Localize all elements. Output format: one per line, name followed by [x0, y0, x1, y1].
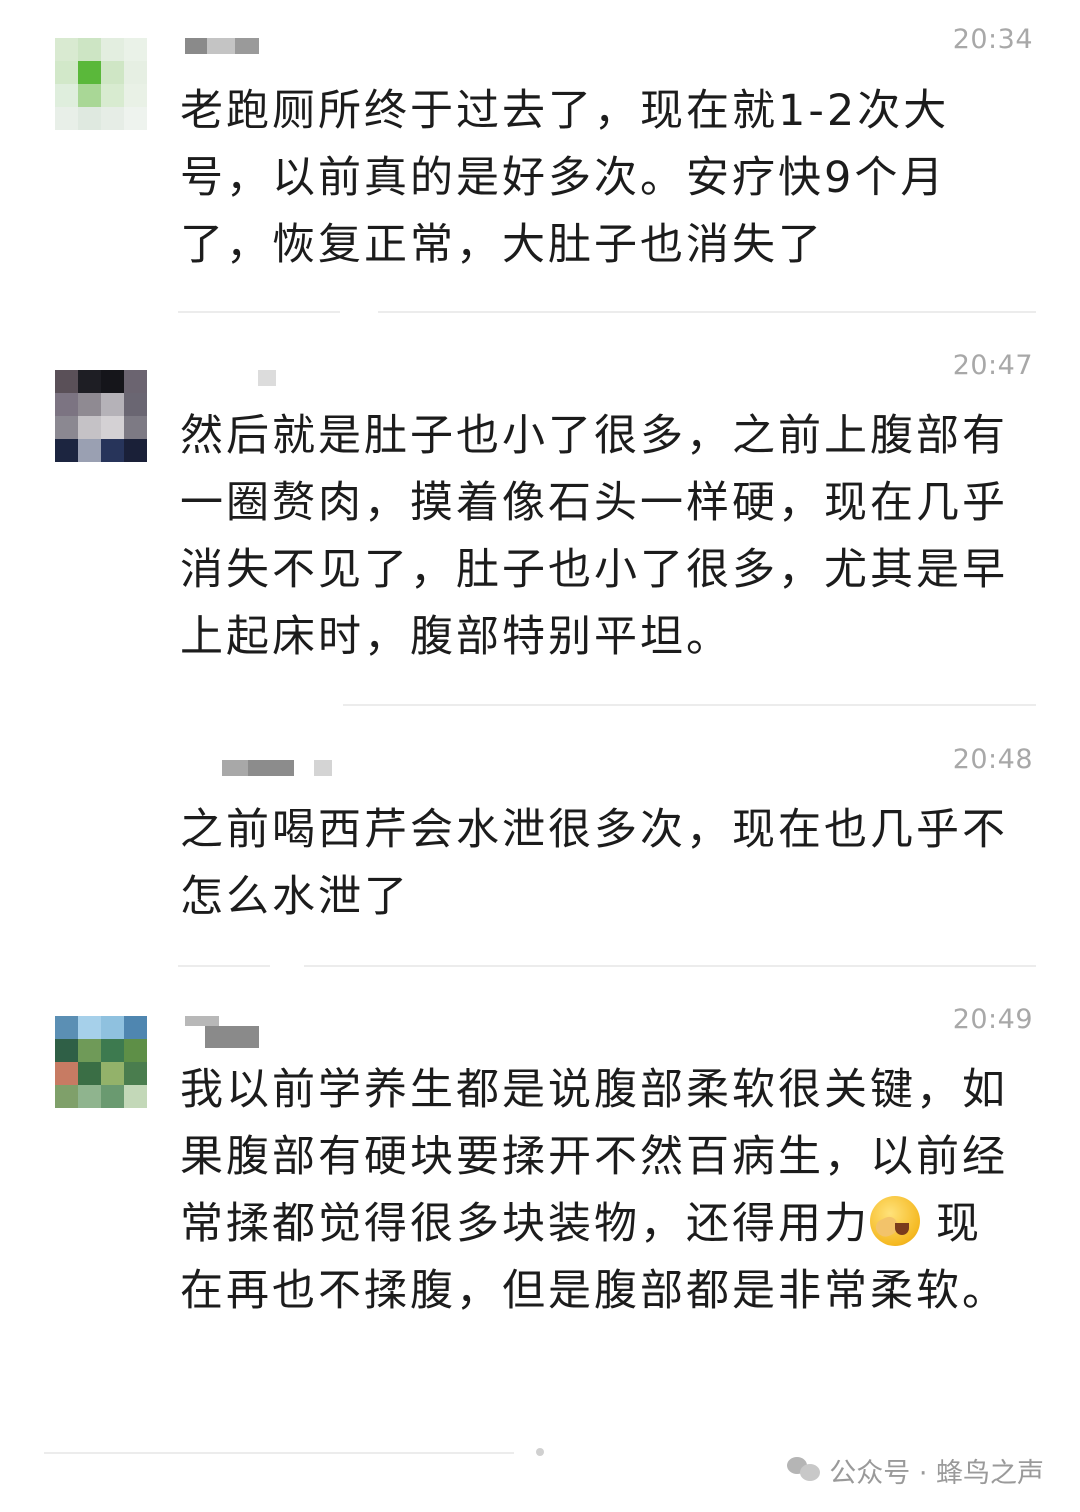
- wechat-icon: [787, 1455, 821, 1485]
- divider: [378, 311, 1036, 313]
- timestamp: 20:48: [952, 744, 1033, 775]
- timestamp: 20:49: [952, 1004, 1033, 1035]
- divider: [343, 704, 1036, 706]
- avatar[interactable]: [55, 38, 147, 130]
- footer-dot: [536, 1448, 544, 1456]
- footer-divider: [44, 1452, 514, 1454]
- timestamp: 20:47: [952, 350, 1033, 381]
- divider: [178, 311, 340, 313]
- timestamp: 20:34: [952, 24, 1033, 55]
- watermark: 公众号 · 蜂鸟之声: [787, 1452, 1044, 1489]
- comment-text: 然后就是肚子也小了很多，之前上腹部有一圈赘肉，摸着像石头一样硬，现在几乎消失不见…: [180, 411, 1008, 662]
- facepalm-emoji-icon: [870, 1196, 920, 1246]
- comment-text: 老跑厕所终于过去了，现在就1-2次大号，以前真的是好多次。安疗快9个月了，恢复正…: [180, 86, 950, 270]
- comment-text: 我以前学养生都是说腹部柔软很关键，如果腹部有硬块要揉开不然百病生，以前经常揉都觉…: [180, 1057, 1020, 1325]
- avatar[interactable]: [55, 370, 147, 462]
- divider: [304, 965, 1036, 967]
- comment-text: 之前喝西芹会水泄很多次，现在也几乎不怎么水泄了: [180, 805, 1008, 922]
- avatar[interactable]: [55, 1016, 147, 1108]
- divider: [178, 965, 270, 967]
- watermark-text: 公众号 · 蜂鸟之声: [829, 1457, 1044, 1489]
